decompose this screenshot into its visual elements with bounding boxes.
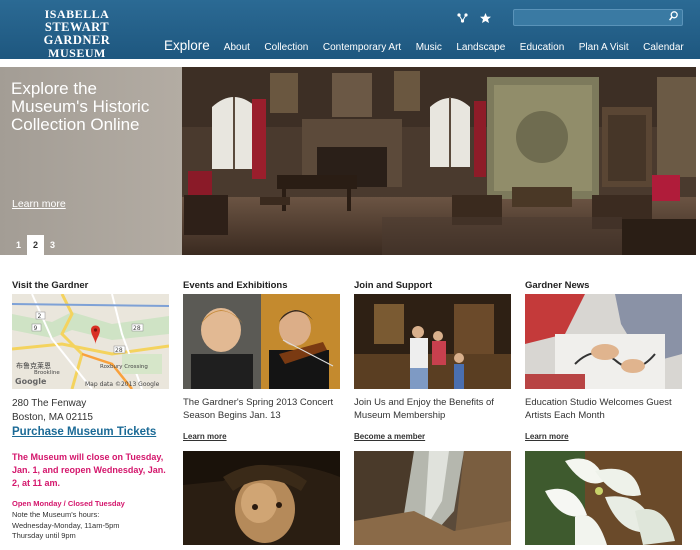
location-map[interactable]: 2 9 28 28 布鲁克莱恩 Brookline Roxbury Crossi…	[12, 294, 169, 389]
nav-about[interactable]: About	[224, 42, 250, 53]
share-icon[interactable]	[452, 13, 472, 26]
waterfall-painting-image[interactable]	[354, 451, 511, 545]
logo-line-2: STEWART GARDNER	[43, 20, 111, 47]
membership-event-image[interactable]	[354, 294, 511, 389]
logo-line-3: MUSEUM	[48, 46, 106, 60]
purchase-tickets-link[interactable]: Purchase Museum Tickets	[12, 426, 156, 438]
address-line-2: Boston, MA 02115	[12, 412, 93, 423]
become-member-link[interactable]: Become a member	[354, 432, 425, 441]
nav-music[interactable]: Music	[416, 42, 442, 53]
address: 280 The Fenway Boston, MA 02115	[12, 397, 93, 425]
news-learn-more-link[interactable]: Learn more	[525, 432, 569, 441]
events-text: The Gardner's Spring 2013 Concert Season…	[183, 397, 334, 421]
map-label-chinese: 布鲁克莱恩	[16, 361, 51, 370]
hours-title: Open Monday / Closed Tuesday	[12, 499, 125, 508]
news-heading: Gardner News	[525, 280, 590, 291]
nav-plan-a-visit[interactable]: Plan A Visit	[579, 42, 629, 53]
education-studio-image[interactable]	[525, 294, 682, 389]
hero-title: Explore the Museum's Historic Collection…	[11, 79, 150, 134]
star-icon[interactable]	[475, 13, 495, 26]
events-learn-more-link[interactable]: Learn more	[183, 432, 227, 441]
concert-musicians-image[interactable]	[183, 294, 340, 389]
join-text: Join Us and Enjoy the Benefits of Museum…	[354, 397, 494, 421]
museum-logo[interactable]: ISABELLA STEWART GARDNER MUSEUM	[12, 8, 142, 60]
site-header: ISABELLA STEWART GARDNER MUSEUM Explore …	[0, 0, 700, 60]
hours-line-3: Thursday until 9pm	[12, 531, 76, 540]
nav-collection[interactable]: Collection	[264, 42, 308, 53]
pager-3[interactable]: 3	[44, 235, 61, 255]
map-route-28a: 28	[115, 347, 123, 354]
museum-hours: Note the Museum's hours: Wednesday-Monda…	[12, 510, 120, 542]
join-heading: Join and Support	[354, 280, 433, 291]
nav-landscape[interactable]: Landscape	[456, 42, 505, 53]
map-route-9: 9	[34, 325, 38, 332]
hero-pager: 1 2 3	[10, 235, 61, 255]
nav-contemporary-art[interactable]: Contemporary Art	[323, 42, 401, 53]
hours-line-1: Note the Museum's hours:	[12, 510, 100, 519]
map-credit: Map data ©2013 Google	[85, 381, 160, 388]
map-label-roxbury: Roxbury Crossing	[100, 364, 148, 370]
visit-heading: Visit the Gardner	[12, 280, 89, 291]
map-label-brookline: Brookline	[34, 370, 60, 376]
closure-notice: The Museum will close on Tuesday, Jan. 1…	[12, 452, 166, 488]
white-flowers-image[interactable]	[525, 451, 682, 545]
nav-education[interactable]: Education	[520, 42, 564, 53]
hours-line-2: Wednesday-Monday, 11am-5pm	[12, 520, 120, 530]
rembrandt-portrait-image[interactable]	[183, 451, 340, 545]
events-heading: Events and Exhibitions	[183, 280, 288, 291]
pager-1[interactable]: 1	[10, 235, 27, 255]
search-input[interactable]	[514, 13, 664, 28]
news-text: Education Studio Welcomes Guest Artists …	[525, 397, 672, 421]
search-box	[513, 9, 683, 28]
header-icons	[452, 13, 495, 26]
map-google-logo: Google	[15, 377, 47, 386]
nav-explore[interactable]: Explore	[164, 38, 210, 53]
map-route-28b: 28	[133, 325, 141, 332]
search-icon[interactable]	[669, 11, 678, 24]
hero-image-tapestry-room[interactable]	[182, 67, 696, 255]
main-nav: Explore About Collection Contemporary Ar…	[164, 38, 698, 56]
hero-learn-more-link[interactable]: Learn more	[12, 198, 66, 210]
map-route-2: 2	[38, 313, 42, 320]
nav-calendar[interactable]: Calendar	[643, 42, 684, 53]
pager-2[interactable]: 2	[27, 235, 44, 255]
address-line-1: 280 The Fenway	[12, 398, 87, 409]
hero-caption-panel: Explore the Museum's Historic Collection…	[0, 67, 182, 255]
